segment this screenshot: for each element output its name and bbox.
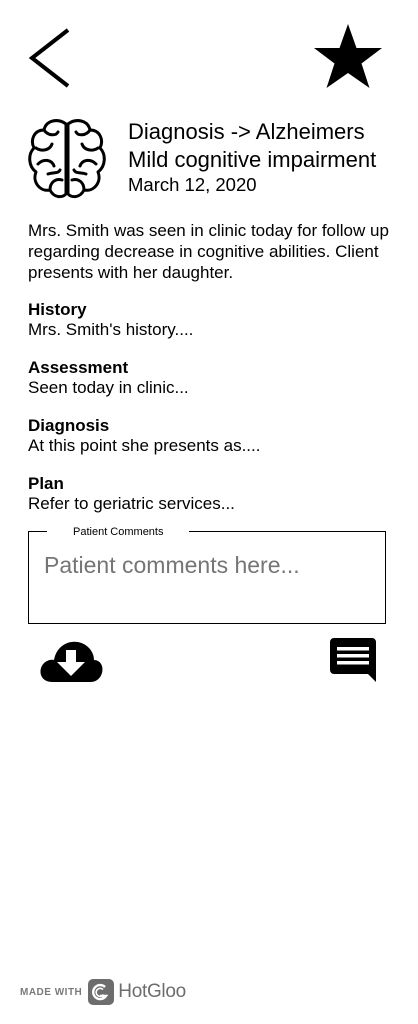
section-heading: Plan — [28, 474, 64, 493]
star-icon — [314, 24, 382, 88]
section-text: Refer to geriatric services... — [28, 494, 235, 513]
hotgloo-logo-icon — [88, 979, 115, 1005]
diagnosis-title: Diagnosis -> Alzheimers — [128, 119, 365, 144]
made-with-hotgloo-badge: MADE WITH HotGloo — [20, 977, 186, 1007]
section-heading: Diagnosis — [28, 416, 110, 435]
section-heading: Assessment — [28, 358, 129, 377]
download-button[interactable] — [38, 636, 104, 684]
section-heading: History — [28, 300, 87, 319]
diagnosis-subtitle: Mild cognitive impairment — [128, 147, 377, 172]
section-text: At this point she presents as.... — [28, 436, 261, 455]
made-with-text: MADE WITH — [20, 986, 83, 998]
history-section: History Mrs. Smith's history.... — [28, 300, 193, 340]
brain-icon — [28, 118, 106, 202]
patient-comments-label: Patient Comments — [47, 524, 190, 540]
comment-icon — [330, 638, 376, 682]
favorite-button[interactable] — [310, 22, 388, 94]
section-text: Mrs. Smith's history.... — [28, 320, 194, 339]
visit-date: March 12, 2020 — [128, 174, 257, 195]
plan-section: Plan Refer to geriatric services... — [28, 474, 235, 514]
section-text: Seen today in clinic... — [28, 378, 189, 397]
visit-summary: Mrs. Smith was seen in clinic today for … — [28, 221, 389, 282]
cloud-download-icon — [40, 641, 103, 682]
chevron-left-icon — [28, 28, 70, 88]
hotgloo-brand: HotGloo — [118, 981, 186, 1002]
patient-comments-input[interactable] — [42, 550, 376, 580]
diagnosis-section: Diagnosis At this point she presents as.… — [28, 416, 260, 456]
comment-button[interactable] — [328, 636, 378, 686]
assessment-section: Assessment Seen today in clinic... — [28, 358, 189, 398]
patient-comments-field[interactable]: Patient Comments — [28, 524, 386, 624]
back-button[interactable] — [22, 22, 74, 94]
